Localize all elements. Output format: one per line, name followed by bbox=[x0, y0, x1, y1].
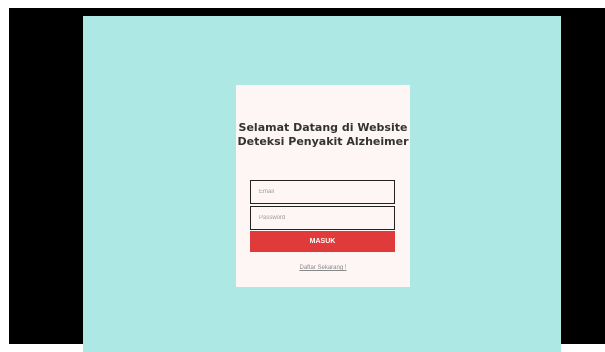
page-title: Selamat Datang di Website Deteksi Penyak… bbox=[236, 121, 410, 149]
email-field[interactable] bbox=[250, 180, 395, 204]
register-link[interactable]: Daftar Sekarang ! bbox=[236, 265, 410, 271]
password-field[interactable] bbox=[250, 206, 395, 230]
title-line-1: Selamat Datang di Website bbox=[238, 121, 408, 134]
page-viewport: Selamat Datang di Website Deteksi Penyak… bbox=[83, 16, 561, 352]
title-line-2: Deteksi Penyakit Alzheimer bbox=[237, 135, 409, 148]
login-button[interactable]: MASUK bbox=[250, 231, 395, 252]
login-card: Selamat Datang di Website Deteksi Penyak… bbox=[236, 85, 410, 287]
screen-frame: Selamat Datang di Website Deteksi Penyak… bbox=[9, 8, 605, 352]
